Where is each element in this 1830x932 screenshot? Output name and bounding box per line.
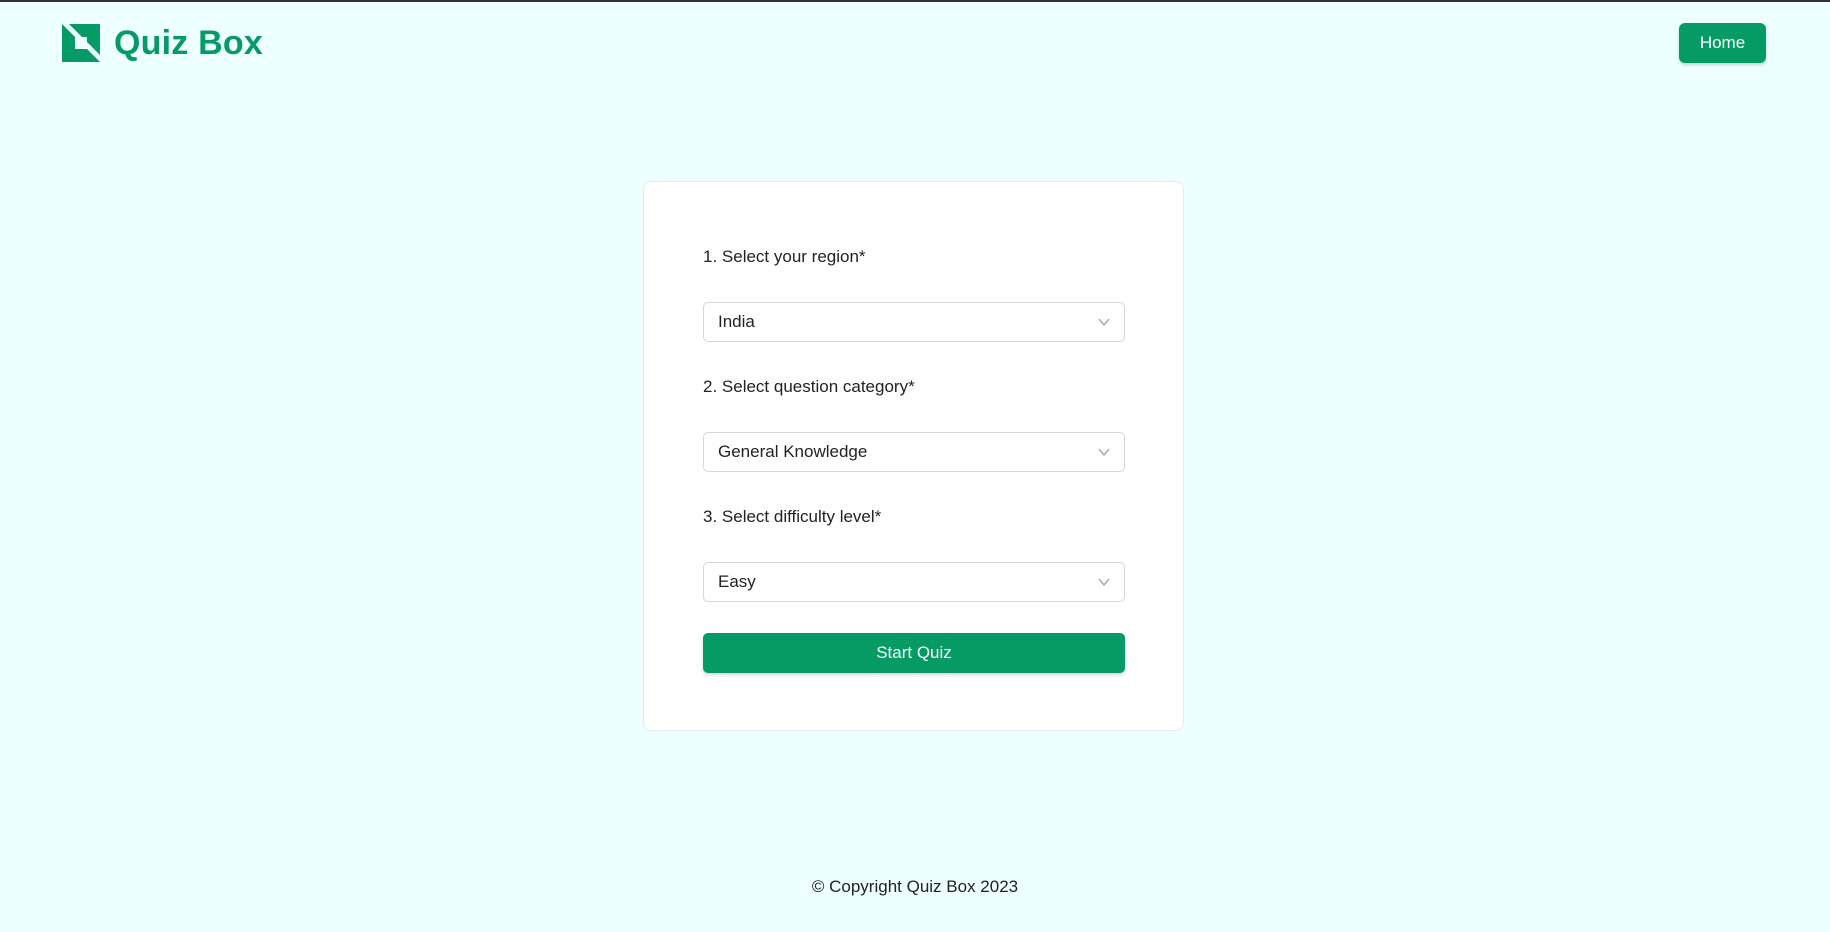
brand[interactable]: Quiz Box	[62, 24, 263, 62]
quiz-settings-card: 1. Select your region* India 2. Select q…	[643, 181, 1184, 731]
difficulty-selected-value: Easy	[718, 572, 756, 591]
region-select[interactable]: India	[703, 302, 1125, 342]
chevron-down-icon	[1098, 448, 1110, 457]
region-selected-value: India	[718, 312, 755, 331]
home-button[interactable]: Home	[1679, 23, 1766, 63]
category-selected-value: General Knowledge	[718, 442, 868, 461]
category-select[interactable]: General Knowledge	[703, 432, 1125, 472]
top-header: Quiz Box Home	[0, 2, 1830, 88]
chevron-down-icon	[1098, 578, 1110, 587]
difficulty-label: 3. Select difficulty level*	[703, 507, 882, 526]
footer-copyright: © Copyright Quiz Box 2023	[811, 877, 1019, 896]
quiz-box-logo-icon	[62, 24, 100, 62]
category-label: 2. Select question category*	[703, 377, 915, 396]
start-quiz-button[interactable]: Start Quiz	[703, 633, 1125, 673]
chevron-down-icon	[1098, 318, 1110, 327]
region-label: 1. Select your region*	[703, 247, 866, 266]
brand-title: Quiz Box	[114, 24, 263, 62]
difficulty-select[interactable]: Easy	[703, 562, 1125, 602]
